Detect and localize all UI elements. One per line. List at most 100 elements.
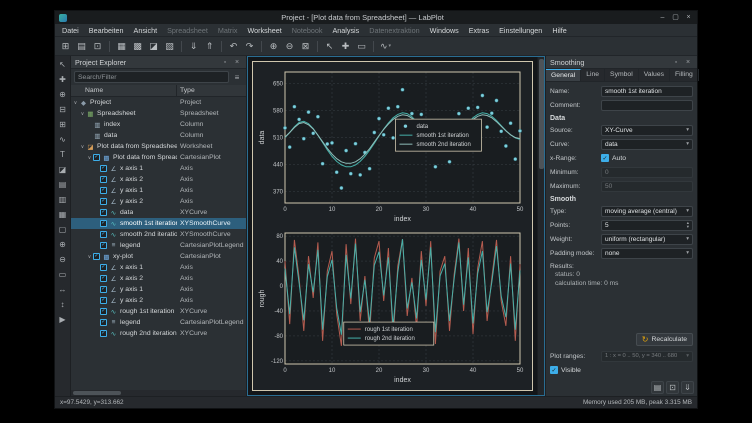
tree-row-plot-data-from-spreadsheet[interactable]: ∨◪Plot data from SpreadsheetWorksheet xyxy=(71,141,246,152)
zoom-x-select-icon[interactable]: ⊟ xyxy=(57,103,69,115)
menu-einstellungen[interactable]: Einstellungen xyxy=(494,24,547,37)
tree-row-smooth-2nd-iteration[interactable]: ✓∿smooth 2nd iterationXYSmoothCurve xyxy=(71,229,246,240)
vertical-scrollbar[interactable] xyxy=(537,57,544,395)
add-image-icon[interactable]: ◪ xyxy=(57,163,69,175)
column-header-name[interactable]: Name xyxy=(71,85,177,96)
visibility-checkbox[interactable]: ✓ xyxy=(93,154,100,161)
grid-layout-icon[interactable]: ▦ xyxy=(57,208,69,220)
recalculate-button[interactable]: ↻Recalculate xyxy=(636,333,693,346)
new-project-icon[interactable]: ⊞ xyxy=(58,39,73,54)
menu-worksheet[interactable]: Worksheet xyxy=(242,24,286,37)
filter-options-icon[interactable]: ≡ xyxy=(231,71,243,83)
visibility-checkbox[interactable]: ✓ xyxy=(100,308,107,315)
undo-icon[interactable]: ↶ xyxy=(226,39,241,54)
tab-symbol[interactable]: Symbol xyxy=(605,69,639,81)
tree-row-plot-data-from-spreadsheet[interactable]: ∨✓▩Plot data from SpreadsheetCartesianPl… xyxy=(71,152,246,163)
minimize-button[interactable]: – xyxy=(658,13,667,22)
plot-area-smooth[interactable]: 01020304050370440510580650indexdatadatas… xyxy=(258,67,527,224)
zoom-out-view-icon[interactable]: ⊖ xyxy=(57,253,69,265)
scrollbar-thumb[interactable] xyxy=(73,391,121,395)
zoom-select-icon[interactable]: ⊕ xyxy=(57,88,69,100)
column-header-type[interactable]: Type xyxy=(177,85,246,96)
visibility-checkbox[interactable]: ✓ xyxy=(100,264,107,271)
visibility-checkbox[interactable]: ✓ xyxy=(100,187,107,194)
save-project-icon[interactable]: ⊡ xyxy=(90,39,105,54)
comment-input[interactable] xyxy=(601,100,693,111)
tree-row-y-axis-2[interactable]: ✓∠y axis 2Axis xyxy=(71,196,246,207)
tree-row-x-axis-2[interactable]: ✓∠x axis 2Axis xyxy=(71,273,246,284)
tree-row-project[interactable]: ∨◆ProjectProject xyxy=(71,97,246,108)
tree-row-legend[interactable]: ✓≡legendCartesianPlotLegend xyxy=(71,240,246,251)
zoom-in-view-icon[interactable]: ⊕ xyxy=(57,238,69,250)
worksheet-view[interactable]: 01020304050370440510580650indexdatadatas… xyxy=(247,56,545,396)
save-as-default-icon[interactable]: ⇓ xyxy=(681,381,694,394)
visibility-checkbox[interactable]: ✓ xyxy=(100,176,107,183)
type-combobox[interactable]: moving average (central)▾ xyxy=(601,206,693,217)
points-spinbox[interactable]: 5▴▾ xyxy=(601,220,693,231)
select-mode-icon[interactable]: ↖ xyxy=(322,39,337,54)
select-icon[interactable]: ↖ xyxy=(57,58,69,70)
tree-row-y-axis-1[interactable]: ✓∠y axis 1Axis xyxy=(71,185,246,196)
pan-mode-icon[interactable]: ✚ xyxy=(338,39,353,54)
tab-filling[interactable]: Filling xyxy=(670,69,699,81)
visibility-checkbox[interactable]: ✓ xyxy=(100,165,107,172)
new-worksheet-icon[interactable]: ◪ xyxy=(146,39,161,54)
zoom-y-select-icon[interactable]: ⊞ xyxy=(57,118,69,130)
auto-checkbox[interactable]: ✓ xyxy=(601,154,609,162)
tree-row-index[interactable]: ▥indexColumn xyxy=(71,119,246,130)
padding-mode-combobox[interactable]: none▾ xyxy=(601,248,693,259)
expander-icon[interactable]: ∨ xyxy=(79,144,86,150)
zoom-select-mode-icon[interactable]: ▭ xyxy=(354,39,369,54)
menu-extras[interactable]: Extras xyxy=(464,24,494,37)
visibility-checkbox[interactable]: ✓ xyxy=(100,242,107,249)
tab-general[interactable]: General xyxy=(546,69,581,81)
search-input[interactable] xyxy=(74,71,229,83)
tree-row-rough-1st-iteration[interactable]: ✓∿rough 1st iterationXYCurve xyxy=(71,306,246,317)
tree-row-y-axis-2[interactable]: ✓∠y axis 2Axis xyxy=(71,295,246,306)
tree-row-data[interactable]: ▥dataColumn xyxy=(71,130,246,141)
scrollbar-thumb[interactable] xyxy=(539,59,544,169)
visibility-checkbox[interactable]: ✓ xyxy=(100,275,107,282)
visibility-checkbox[interactable]: ✓ xyxy=(100,330,107,337)
visible-checkbox[interactable]: ✓ xyxy=(550,366,558,374)
tree-row-data[interactable]: ✓∿dataXYCurve xyxy=(71,207,246,218)
expander-icon[interactable]: ∨ xyxy=(86,155,93,161)
menu-ansicht[interactable]: Ansicht xyxy=(129,24,163,37)
expander-icon[interactable]: ∨ xyxy=(86,254,93,260)
properties-close-icon[interactable]: × xyxy=(683,59,693,66)
menu-windows[interactable]: Windows xyxy=(425,24,464,37)
visibility-checkbox[interactable]: ✓ xyxy=(100,198,107,205)
maximize-button[interactable]: ▢ xyxy=(671,13,680,22)
tree-row-smooth-1st-iteration[interactable]: ✓∿smooth 1st iterationXYSmoothCurve xyxy=(71,218,246,229)
expander-icon[interactable]: ∨ xyxy=(72,100,79,106)
new-spreadsheet-icon[interactable]: ▦ xyxy=(114,39,129,54)
close-button[interactable]: × xyxy=(684,13,693,22)
titlebar[interactable]: Project - [Plot data from Spreadsheet] —… xyxy=(55,11,697,24)
plot-ranges-combobox[interactable]: 1 : x = 0 .. 50, y = 340 .. 680▾ xyxy=(601,351,693,362)
name-input[interactable]: smooth 1st iteration xyxy=(601,86,693,97)
visibility-checkbox[interactable]: ✓ xyxy=(100,209,107,216)
new-notebook-icon[interactable]: ▧ xyxy=(162,39,177,54)
plot-area-rough[interactable]: 01020304050-120-80-4004080indexroughroug… xyxy=(258,228,527,385)
save-template-icon[interactable]: ⊡ xyxy=(666,381,679,394)
menu-datei[interactable]: Datei xyxy=(57,24,84,37)
tab-values[interactable]: Values xyxy=(639,69,670,81)
zoom-fit-icon[interactable]: ⊠ xyxy=(298,39,313,54)
add-plot-menu-icon[interactable]: ∿▾ xyxy=(378,39,393,54)
menu-bearbeiten[interactable]: Bearbeiten xyxy=(84,24,129,37)
open-project-icon[interactable]: ▤ xyxy=(74,39,89,54)
dock-close-icon[interactable]: × xyxy=(232,59,242,66)
properties-float-icon[interactable]: ▫ xyxy=(671,59,681,66)
fit-width-icon[interactable]: ↔ xyxy=(57,283,69,295)
tree-row-xy-plot[interactable]: ∨✓▩xy-plotCartesianPlot xyxy=(71,251,246,262)
maximum-input[interactable]: 50 xyxy=(601,181,693,192)
minimum-input[interactable]: 0 xyxy=(601,167,693,178)
worksheet-page[interactable]: 01020304050370440510580650indexdatadatas… xyxy=(252,61,533,391)
break-layout-icon[interactable]: ▢ xyxy=(57,223,69,235)
visibility-checkbox[interactable]: ✓ xyxy=(100,220,107,227)
redo-icon[interactable]: ↷ xyxy=(242,39,257,54)
visibility-checkbox[interactable]: ✓ xyxy=(100,231,107,238)
tab-line[interactable]: Line xyxy=(581,69,605,81)
crosshair-icon[interactable]: ✚ xyxy=(57,73,69,85)
source-combobox[interactable]: XY-Curve▾ xyxy=(601,125,693,136)
